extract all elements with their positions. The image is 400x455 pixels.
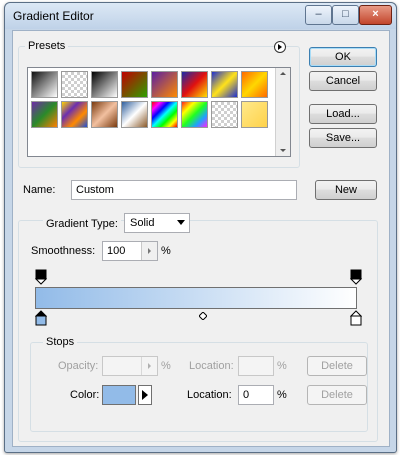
gradient-type-select[interactable]: Solid — [124, 213, 190, 233]
preset-swatch-yellow-violet-orange-blue[interactable] — [61, 101, 88, 128]
preset-swatch-yellow-light[interactable] — [241, 101, 268, 128]
opacity-location-unit: % — [277, 360, 287, 372]
opacity-location-input — [238, 356, 274, 376]
gradient-type-value: Solid — [130, 217, 155, 229]
gradient-type-label: Gradient Type: — [43, 218, 121, 230]
minimize-button[interactable]: – — [305, 5, 332, 25]
close-button[interactable]: × — [359, 5, 392, 25]
load-button[interactable]: Load... — [309, 104, 377, 124]
color-stop-left[interactable] — [34, 310, 48, 329]
opacity-stepper — [141, 357, 157, 375]
preset-swatch-transparent-rainbow[interactable] — [181, 101, 208, 128]
color-location-input[interactable]: 0 — [238, 385, 274, 405]
chevron-down-icon — [177, 220, 185, 225]
color-location-label: Location: — [187, 389, 232, 401]
ok-button[interactable]: OK — [309, 47, 377, 67]
opacity-stop-left[interactable] — [34, 269, 48, 288]
smoothness-label: Smoothness: — [31, 245, 96, 257]
circle-arrow-right-icon[interactable] — [274, 41, 286, 53]
midpoint-diamond-icon[interactable] — [198, 311, 208, 323]
presets-panel[interactable] — [27, 67, 291, 157]
preset-swatch-orange-yellow-orange[interactable] — [241, 71, 268, 98]
opacity-input — [102, 356, 158, 376]
new-button[interactable]: New — [315, 180, 377, 200]
preset-swatch-black-white-2[interactable] — [91, 71, 118, 98]
color-stop-right[interactable] — [349, 310, 363, 329]
opacity-location-label: Location: — [189, 360, 234, 372]
smoothness-unit: % — [161, 245, 171, 257]
window-title: Gradient Editor — [13, 9, 94, 23]
color-menu-arrow-icon[interactable] — [138, 385, 152, 405]
save-button[interactable]: Save... — [309, 128, 377, 148]
preset-swatch-transparent-stripes[interactable] — [211, 101, 238, 128]
preset-swatch-blue-red-yellow[interactable] — [181, 71, 208, 98]
preset-swatch-black-white[interactable] — [31, 71, 58, 98]
opacity-label: Opacity: — [58, 360, 99, 372]
color-location-unit: % — [277, 389, 287, 401]
name-label: Name: — [23, 184, 56, 196]
gradient-editor-window: Gradient Editor – □ × Presets OK Cancel … — [4, 2, 397, 453]
opacity-unit: % — [161, 360, 171, 372]
preset-swatch-chrome[interactable] — [121, 101, 148, 128]
opacity-delete-button: Delete — [307, 356, 367, 376]
dialog-body: Presets OK Cancel Load... Save... Name: … — [12, 30, 390, 447]
preset-swatch-red-green[interactable] — [121, 71, 148, 98]
stops-legend: Stops — [43, 336, 78, 348]
preset-swatch-blue-yellow-blue[interactable] — [211, 71, 238, 98]
color-label: Color: — [70, 389, 100, 401]
color-swatch[interactable] — [102, 385, 136, 405]
preset-swatch-fg-transparent[interactable] — [61, 71, 88, 98]
preset-swatch-violet-green-orange[interactable] — [31, 101, 58, 128]
smoothness-value: 100 — [107, 245, 126, 257]
color-delete-button: Delete — [307, 385, 367, 405]
maximize-button[interactable]: □ — [332, 5, 359, 25]
presets-scrollbar[interactable] — [275, 68, 290, 156]
presets-legend: Presets — [25, 40, 69, 52]
preset-swatch-copper[interactable] — [91, 101, 118, 128]
title-bar[interactable]: Gradient Editor – □ × — [5, 3, 396, 29]
name-input[interactable]: Custom — [71, 180, 297, 200]
smoothness-stepper[interactable] — [141, 242, 157, 260]
gradient-preview-bar[interactable] — [35, 287, 357, 309]
preset-swatch-violet-orange[interactable] — [151, 71, 178, 98]
preset-swatch-spectrum[interactable] — [151, 101, 178, 128]
opacity-stop-right[interactable] — [349, 269, 363, 288]
smoothness-input[interactable]: 100 — [102, 241, 158, 261]
cancel-button[interactable]: Cancel — [309, 71, 377, 91]
